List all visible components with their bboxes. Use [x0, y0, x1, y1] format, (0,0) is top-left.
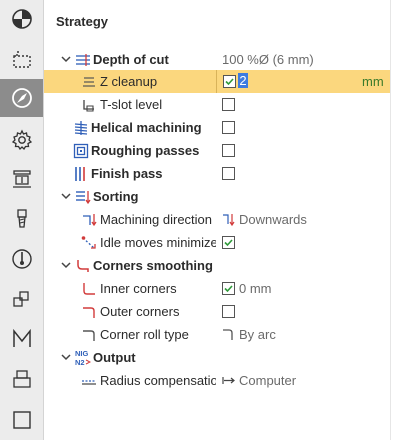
panel-title: Strategy: [56, 14, 109, 29]
tree-row-finish-pass[interactable]: Finish pass: [44, 162, 390, 185]
svg-text:NIG: NIG: [75, 349, 89, 358]
outer-corners-label: Outer corners: [100, 304, 180, 319]
computer-comp-icon: [222, 377, 235, 384]
vertical-scrollbar[interactable]: [390, 0, 405, 440]
corner-roll-type-value[interactable]: By arc: [239, 327, 276, 342]
depth-of-cut-value[interactable]: 100 %Ø (6 mm): [222, 52, 314, 67]
tree-row-depth-of-cut[interactable]: Depth of cut 100 %Ø (6 mm): [44, 48, 390, 71]
tree-row-idle-moves[interactable]: Idle moves minimize: [44, 231, 390, 254]
helical-machining-checkbox[interactable]: [222, 121, 235, 134]
corners-smoothing-label: Corners smoothing: [93, 258, 213, 273]
idle-moves-icon: [81, 236, 96, 249]
z-cleanup-label: Z cleanup: [100, 74, 158, 89]
roughing-passes-icon: [73, 143, 89, 159]
printer-icon[interactable]: [0, 360, 43, 398]
sorting-icon: [76, 191, 91, 205]
chevron-down-icon[interactable]: [60, 351, 72, 363]
machining-direction-value[interactable]: Downwards: [239, 212, 307, 227]
roughing-passes-label: Roughing passes: [91, 143, 200, 158]
t-slot-level-checkbox[interactable]: [222, 98, 235, 111]
m-code-icon[interactable]: [0, 320, 43, 358]
finish-pass-checkbox[interactable]: [222, 167, 235, 180]
radius-compensation-label: Radius compensation: [100, 373, 216, 388]
spindle-icon[interactable]: [0, 240, 43, 278]
t-slot-icon: [83, 100, 94, 112]
depth-of-cut-label: Depth of cut: [93, 52, 169, 67]
finish-pass-label: Finish pass: [91, 166, 163, 181]
square-icon[interactable]: [0, 401, 43, 439]
tree-row-inner-corners[interactable]: Inner corners 0 mm: [44, 277, 390, 300]
tree-row-roughing-passes[interactable]: Roughing passes: [44, 139, 390, 162]
tree-row-radius-compensation[interactable]: Radius compensation Computer: [44, 369, 390, 392]
cubes-icon[interactable]: [0, 280, 43, 318]
downwards-icon: [223, 214, 235, 227]
output-label: Output: [93, 350, 136, 365]
tool-icon[interactable]: [0, 200, 43, 238]
machining-direction-icon: [83, 214, 97, 227]
helical-machining-icon: [74, 121, 88, 135]
tree-row-corner-roll-type[interactable]: Corner roll type By arc: [44, 323, 390, 346]
radius-compensation-icon: [82, 380, 96, 385]
machine-table-icon[interactable]: [0, 160, 43, 198]
z-cleanup-icon: [83, 77, 95, 87]
idle-moves-label: Idle moves minimize: [100, 235, 216, 250]
t-slot-level-label: T-slot level: [100, 97, 163, 112]
inner-corners-icon: [83, 283, 95, 295]
compass-icon[interactable]: [0, 79, 43, 117]
sidebar: [0, 0, 44, 440]
corner-roll-icon: [83, 330, 95, 341]
by-arc-icon: [223, 329, 233, 340]
z-cleanup-checkbox[interactable]: [223, 75, 236, 88]
tree-row-machining-direction[interactable]: Machining direction Downwards: [44, 208, 390, 231]
gear-icon[interactable]: [0, 121, 43, 159]
machining-direction-label: Machining direction: [100, 212, 213, 227]
sorting-label: Sorting: [93, 189, 139, 204]
chevron-down-icon[interactable]: [60, 190, 72, 202]
radius-compensation-value[interactable]: Computer: [239, 373, 296, 388]
inner-corners-label: Inner corners: [100, 281, 177, 296]
tree-row-t-slot-level[interactable]: T-slot level: [44, 93, 390, 116]
finish-pass-icon: [75, 167, 85, 181]
column-divider: [216, 70, 217, 93]
tree-row-output[interactable]: NIG N2 Output: [44, 346, 390, 369]
outer-corners-checkbox[interactable]: [222, 305, 235, 318]
roughing-passes-checkbox[interactable]: [222, 144, 235, 157]
dashed-square-icon[interactable]: [0, 40, 43, 78]
inner-corners-checkbox[interactable]: [222, 282, 235, 295]
svg-text:N2: N2: [75, 358, 85, 367]
idle-moves-checkbox[interactable]: [222, 236, 235, 249]
z-cleanup-unit: mm: [362, 74, 384, 89]
corner-roll-type-label: Corner roll type: [100, 327, 189, 342]
outer-corners-icon: [83, 307, 95, 318]
tree-row-z-cleanup[interactable]: Z cleanup 2 mm: [44, 70, 390, 93]
strategy-panel: Strategy Depth of cut 100 %Ø (6 mm) Z cl…: [44, 0, 405, 440]
helical-machining-label: Helical machining: [91, 120, 202, 135]
tree-row-corners-smoothing[interactable]: Corners smoothing: [44, 254, 390, 277]
tree-row-helical-machining[interactable]: Helical machining: [44, 116, 390, 139]
tree-row-outer-corners[interactable]: Outer corners: [44, 300, 390, 323]
z-cleanup-input[interactable]: 2: [238, 73, 248, 88]
inner-corners-value[interactable]: 0 mm: [239, 281, 272, 296]
chevron-down-icon[interactable]: [60, 259, 72, 271]
tree-row-sorting[interactable]: Sorting: [44, 185, 390, 208]
corners-smoothing-icon: [77, 260, 89, 272]
depth-of-cut-icon: [76, 54, 90, 66]
nc-output-icon: NIG N2: [75, 349, 91, 367]
half-circle-icon[interactable]: [0, 0, 43, 38]
chevron-down-icon[interactable]: [60, 53, 72, 65]
